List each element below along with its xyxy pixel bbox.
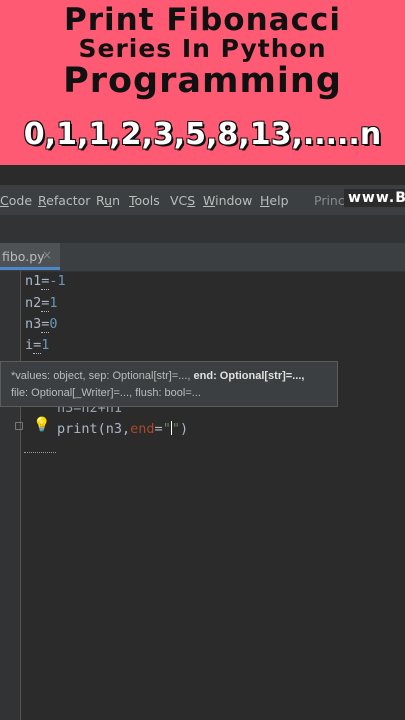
menu-help-label: elp [269, 193, 289, 208]
parameter-info-popup: *values: object, sep: Optional[str]=...,… [0, 361, 338, 407]
hint-line-2: file: Optional[_Writer]=..., flush: bool… [11, 387, 201, 399]
text-caret [170, 421, 172, 435]
tab-fibo-py[interactable]: fibo.py × [0, 243, 60, 270]
menu-tools[interactable]: Tools [129, 193, 160, 208]
menu-refactor-mnemonic: R [38, 193, 47, 208]
code-string: "" [162, 421, 180, 437]
code-token: n1 [25, 273, 42, 289]
code-token: end [130, 421, 155, 437]
code-line-3[interactable]: n3=0 [25, 316, 58, 333]
banner-title-line1: Print Fibonacci [64, 2, 341, 38]
menu-code[interactable]: Code [0, 193, 32, 208]
hint-line-1: *values: object, sep: Optional[str]=...,… [11, 368, 337, 385]
banner-title-line2: Series In Python [78, 34, 327, 63]
code-token: 1 [41, 337, 50, 353]
menu-window-label: indow [215, 193, 253, 208]
menu-bar: Code Refactor Run Tools VCS Window Help … [0, 185, 405, 215]
menu-help[interactable]: Help [260, 193, 289, 208]
menu-vcs[interactable]: VCS [170, 193, 195, 208]
code-token: 0 [49, 316, 58, 332]
code-token: n2 [25, 295, 42, 311]
menu-vcs-prefix: VC [170, 193, 188, 208]
lightbulb-icon[interactable]: 💡 [33, 417, 50, 433]
menu-window-mnemonic: W [203, 193, 216, 208]
code-token: = [154, 421, 163, 437]
menu-run[interactable]: Run [96, 193, 120, 208]
menu-run-label: n [112, 193, 120, 208]
menu-refactor[interactable]: Refactor [38, 193, 90, 208]
gutter-divider [20, 271, 21, 720]
code-token: i [25, 337, 34, 353]
code-token: n3 [25, 316, 42, 332]
code-line-4[interactable]: i=1 [25, 337, 50, 354]
code-token: ) [179, 421, 189, 437]
code-line-1[interactable]: n1=-1 [25, 273, 66, 290]
banner-title-line3: Programming [63, 61, 342, 101]
brand-watermark: www.B [344, 189, 405, 207]
menu-vcs-mnemonic: S [187, 193, 196, 208]
code-line-7[interactable]: print(n3,end="") [57, 421, 188, 437]
menu-run-prefix: R [96, 193, 105, 208]
menu-code-label: ode [8, 193, 33, 208]
menu-code-mnemonic: C [0, 193, 9, 208]
menu-run-mnemonic: u [104, 193, 113, 208]
menu-refactor-label: efactor [46, 193, 91, 208]
tab-label: fibo.py [2, 249, 45, 264]
close-icon[interactable]: × [42, 248, 52, 262]
hint-text: *values: object, sep: Optional[str]=..., [11, 370, 194, 382]
empty-line-marker [24, 450, 56, 453]
banner-sequence: 0,1,1,2,3,5,8,13,.....n [23, 117, 382, 152]
navigation-bar [0, 215, 405, 244]
menu-help-mnemonic: H [260, 193, 270, 208]
fold-marker-icon[interactable] [15, 422, 23, 430]
code-token: print(n3, [57, 421, 131, 437]
code-token: -1 [49, 273, 66, 289]
editor-tab-bar: fibo.py × [0, 243, 405, 272]
menu-window[interactable]: Window [203, 193, 252, 208]
code-token: 1 [49, 295, 58, 311]
title-banner: Print Fibonacci Series In Python Program… [0, 0, 405, 165]
hint-current-param: end: Optional[str]=..., [193, 370, 305, 382]
menu-tools-label: ools [134, 193, 160, 208]
editor-gutter [0, 271, 20, 720]
banner-divider [0, 165, 405, 185]
code-line-2[interactable]: n2=1 [25, 295, 58, 312]
